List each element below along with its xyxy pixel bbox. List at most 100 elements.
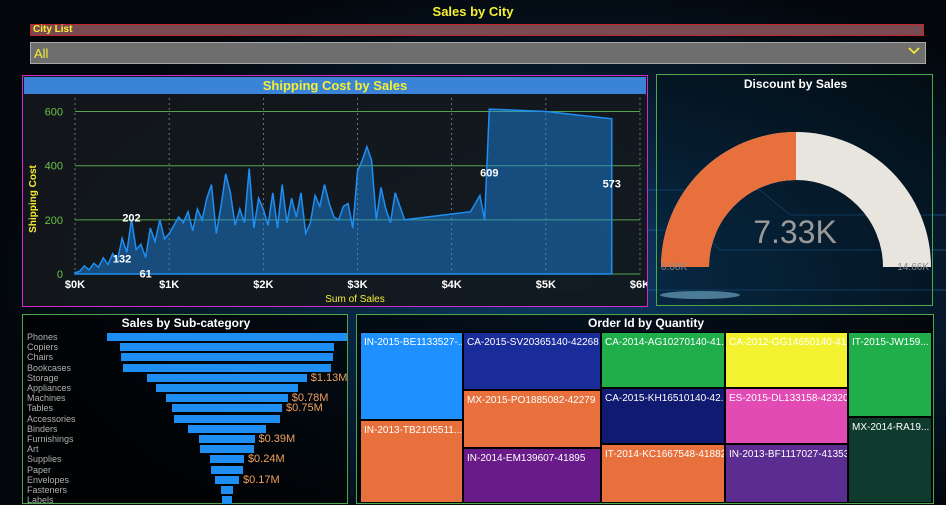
- subcategory-bar[interactable]: [123, 363, 331, 372]
- order-tile-label: IN-2015-BE1133527-...: [364, 337, 463, 348]
- shipping-cost-panel[interactable]: Shipping Cost by Sales 0 200 400 600 $0K $1K $…: [22, 75, 648, 307]
- order-tile-label: CA-2015-KH16510140-42...: [605, 393, 725, 404]
- subcategory-chart: Phones Copiers Chairs Bookcases Storage $1.13…: [23, 315, 349, 505]
- shipping-data-label: 609: [480, 168, 498, 180]
- subcategory-bar[interactable]: [222, 496, 232, 505]
- shipping-xtick: $1K: [159, 279, 179, 291]
- subcategory-bar[interactable]: [210, 455, 244, 464]
- subcategory-bar[interactable]: [199, 435, 255, 443]
- order-tile[interactable]: IN-2013-BF1117027-41353: [725, 444, 848, 503]
- discount-panel[interactable]: Discount by Sales 7.33K 0.00K 14.66K: [656, 74, 933, 306]
- order-tile-label: IN-2013-TB2105511...: [364, 425, 463, 436]
- order-tile[interactable]: ES-2015-DL133158-42320: [725, 388, 848, 444]
- order-tile[interactable]: CA-2015-SV20365140-42268: [463, 332, 601, 390]
- shipping-chart: 0 200 400 600 $0K $1K $2K $3K $4K $5K $6K 132 202 61…: [28, 98, 647, 305]
- subcategory-bar[interactable]: [188, 424, 266, 433]
- order-tile-label: CA-2014-AG10270140-41...: [605, 337, 725, 348]
- subcategory-value-label: $0.75M: [286, 402, 323, 415]
- order-tile-label: MX-2015-PO1885082-42279: [467, 395, 596, 406]
- subcategory-label: Appliances: [27, 383, 72, 393]
- subcategory-bar[interactable]: [174, 414, 280, 423]
- subcategory-label: Machines: [27, 393, 66, 404]
- shipping-ylabel: Shipping Cost: [28, 164, 39, 232]
- discount-gauge: 7.33K 0.00K 14.66K: [661, 132, 931, 273]
- subcategory-bar[interactable]: [166, 394, 288, 403]
- order-tile-label: IT-2015-JW159...: [852, 337, 929, 348]
- subcategory-label: Tables: [27, 403, 54, 414]
- subcategory-bar[interactable]: [210, 465, 244, 474]
- shipping-xtick: $0K: [65, 279, 85, 291]
- subcategory-label: Copiers: [27, 342, 59, 353]
- shipping-ytick: 200: [45, 215, 63, 227]
- subcategory-panel[interactable]: Sales by Sub-category Phones Copiers Chair…: [22, 314, 349, 505]
- subcategory-label: Phones: [27, 332, 58, 342]
- subcategory-label: Binders: [27, 423, 58, 434]
- shipping-data-label: 132: [113, 253, 131, 265]
- shipping-xtick: $6K: [630, 279, 647, 291]
- order-title: Order Id by Quantity: [587, 316, 704, 330]
- shipping-xtick: $3K: [347, 279, 367, 291]
- shipping-ytick: 0: [57, 269, 63, 281]
- shipping-xtick: $5K: [536, 279, 556, 291]
- order-tile-label: IN-2014-EM139607-41895: [467, 453, 586, 464]
- subcategory-label: Supplies: [27, 454, 62, 465]
- order-treemap: IN-2015-BE1133527-... IN-2013-TB2105511..…: [360, 332, 932, 503]
- gauge-min-label: 0.00K: [661, 262, 687, 273]
- subcategory-value-label: $0.39M: [258, 433, 296, 445]
- order-tile-label: ES-2015-DL133158-42320: [729, 393, 848, 404]
- order-tile[interactable]: IN-2013-TB2105511...: [360, 420, 463, 503]
- subcategory-bar[interactable]: [107, 333, 347, 341]
- order-tile[interactable]: IT-2015-JW159...: [848, 332, 932, 417]
- city-filter-header: City List: [30, 24, 924, 36]
- subcategory-value-label: $1.13M: [310, 371, 348, 384]
- shipping-data-label: 202: [122, 212, 140, 224]
- shipping-data-label: 61: [140, 268, 152, 280]
- order-tile[interactable]: IN-2014-EM139607-41895: [463, 448, 601, 503]
- subcategory-bar[interactable]: [215, 475, 239, 484]
- subcategory-bar[interactable]: [171, 404, 283, 413]
- shipping-area: [74, 108, 613, 275]
- subcategory-value-label: $0.17M: [243, 473, 280, 486]
- order-tile-label: MX-2014-RA19...: [852, 422, 930, 433]
- order-tile-label: CA-2015-SV20365140-42268: [467, 337, 599, 348]
- order-tile[interactable]: MX-2014-RA19...: [848, 417, 932, 503]
- subcategory-bar[interactable]: [200, 445, 254, 454]
- shipping-ytick: 400: [45, 161, 63, 173]
- city-filter-label: City List: [33, 24, 73, 35]
- chevron-down-icon: [908, 47, 920, 55]
- subcategory-label: Fasteners: [27, 485, 68, 495]
- shipping-data-label: 573: [603, 178, 621, 190]
- subcategory-label: Furnishings: [27, 434, 74, 444]
- shipping-xlabel: Sum of Sales: [325, 294, 384, 305]
- subcategory-bar[interactable]: [156, 384, 298, 392]
- order-tile[interactable]: CA-2015-KH16510140-42...: [601, 388, 725, 444]
- order-tile[interactable]: MX-2015-PO1885082-42279: [463, 390, 601, 448]
- subcategory-bar[interactable]: [147, 373, 307, 382]
- subcategory-label: Chairs: [27, 352, 54, 363]
- subcategory-label: Accessories: [27, 413, 76, 424]
- shipping-title-bar: Shipping Cost by Sales: [24, 77, 646, 94]
- order-tile-label: CA-2012-GG14650140-41...: [729, 337, 848, 348]
- order-tile-label: IN-2013-BF1117027-41353: [729, 449, 848, 460]
- subcategory-label: Envelopes: [27, 474, 70, 485]
- city-dropdown[interactable]: All: [30, 42, 926, 64]
- shipping-ytick: 600: [45, 107, 63, 119]
- dashboard-title: Sales by City: [432, 4, 514, 19]
- order-tile-label: IT-2014-KC1667548-41882: [605, 449, 725, 460]
- subcategory-bar[interactable]: [221, 486, 233, 494]
- subcategory-label: Bookcases: [27, 362, 72, 373]
- shipping-xtick: $2K: [253, 279, 273, 291]
- subcategory-value-label: $0.24M: [247, 453, 285, 466]
- subcategory-label: Paper: [27, 464, 52, 475]
- order-panel[interactable]: Order Id by Quantity IN-2015-BE1133527-.…: [356, 314, 934, 504]
- order-tile[interactable]: CA-2014-AG10270140-41...: [601, 332, 725, 388]
- gauge-max-label: 14.66K: [897, 262, 929, 273]
- city-dropdown-value: All: [34, 46, 49, 61]
- order-tile[interactable]: IT-2014-KC1667548-41882: [601, 444, 725, 503]
- order-tile[interactable]: IN-2015-BE1133527-...: [360, 332, 463, 420]
- subcategory-bar[interactable]: [119, 343, 335, 352]
- shipping-chart-title: Shipping Cost by Sales: [262, 78, 408, 93]
- subcategory-bar[interactable]: [121, 353, 333, 362]
- shipping-xtick: $4K: [442, 279, 462, 291]
- order-tile[interactable]: CA-2012-GG14650140-41...: [725, 332, 848, 388]
